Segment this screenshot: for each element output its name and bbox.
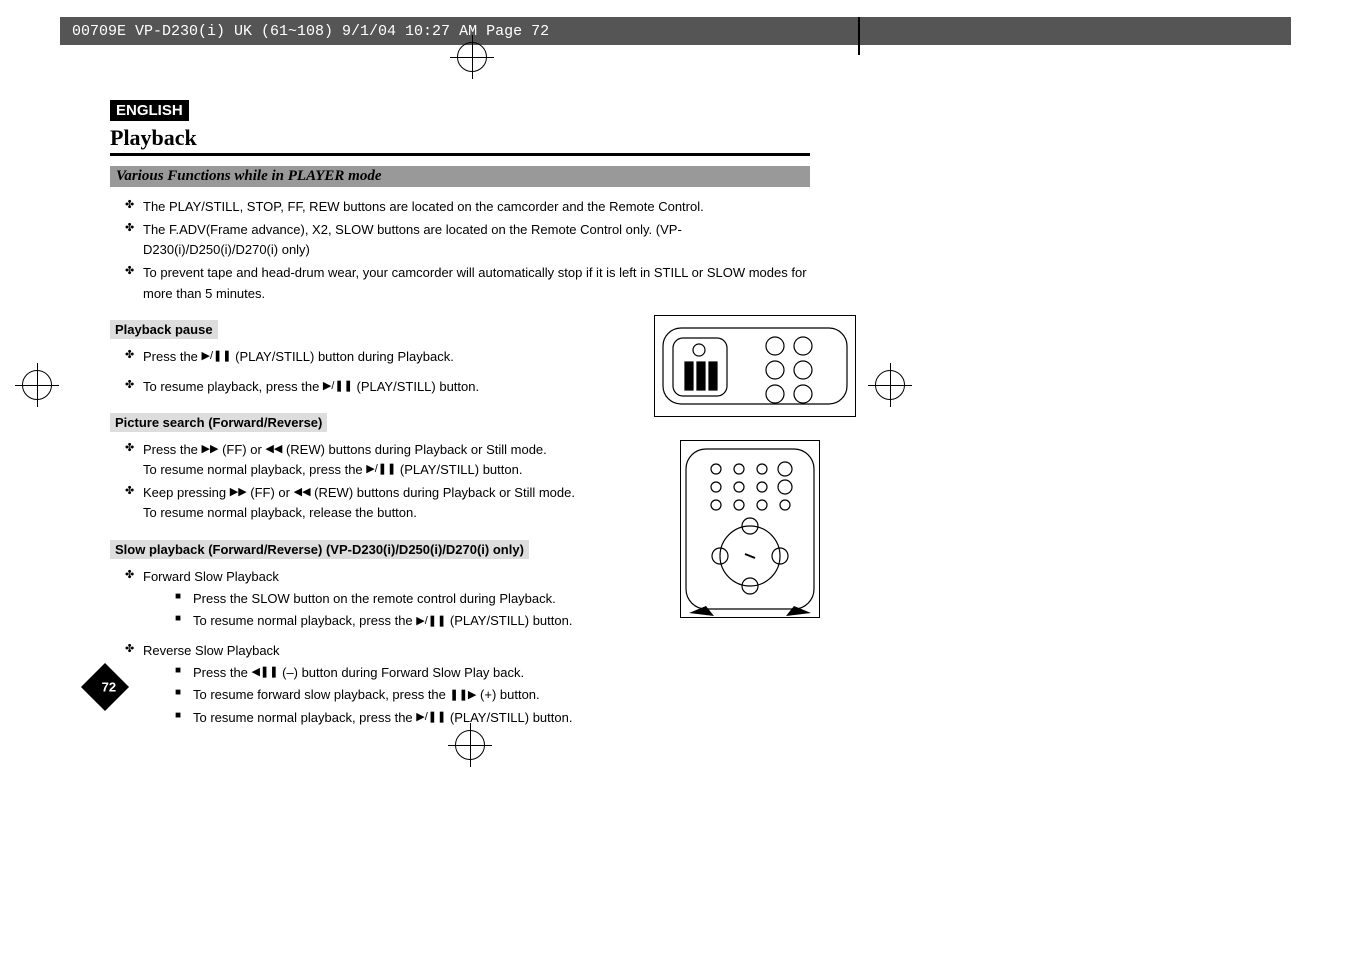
camcorder-figure: [654, 315, 856, 417]
sub-item: Press the SLOW button on the remote cont…: [175, 589, 645, 609]
crop-header-text: 00709E VP-D230(i) UK (61~108) 9/1/04 10:…: [72, 23, 549, 40]
list-item: To resume playback, press the ▶/❚❚ (PLAY…: [125, 377, 605, 397]
page-content: ENGLISH Playback Various Functions while…: [110, 100, 810, 743]
registration-mark-icon: [457, 42, 487, 72]
list-item: Press the ▶▶ (FF) or ◀◀ (REW) buttons du…: [125, 440, 615, 480]
divider: [110, 153, 810, 156]
play-pause-icon: ▶/❚❚: [416, 709, 446, 726]
list-item: To prevent tape and head-drum wear, your…: [125, 263, 810, 303]
play-pause-icon: ▶/❚❚: [202, 348, 232, 365]
list-item: The F.ADV(Frame advance), X2, SLOW butto…: [125, 220, 810, 260]
crop-mark: [858, 17, 860, 55]
registration-mark-icon: [22, 370, 52, 400]
pause-list: Press the ▶/❚❚ (PLAY/STILL) button durin…: [110, 347, 605, 397]
crop-header: 00709E VP-D230(i) UK (61~108) 9/1/04 10:…: [60, 17, 1291, 45]
slow-heading: Slow playback (Forward/Reverse) (VP-D230…: [110, 540, 529, 559]
page-number: 72: [92, 672, 126, 695]
camcorder-icon: [655, 316, 855, 416]
list-item: Forward Slow Playback Press the SLOW but…: [125, 567, 645, 631]
sub-item: To resume forward slow playback, press t…: [175, 685, 645, 705]
slow-list: Forward Slow Playback Press the SLOW but…: [110, 567, 645, 728]
section-heading: Various Functions while in PLAYER mode: [110, 166, 810, 187]
play-pause-icon: ▶/❚❚: [366, 461, 396, 478]
sub-item: Press the ◀❚❚ (–) button during Forward …: [175, 663, 645, 683]
list-item: The PLAY/STILL, STOP, FF, REW buttons ar…: [125, 197, 810, 217]
list-item: Keep pressing ▶▶ (FF) or ◀◀ (REW) button…: [125, 483, 615, 523]
registration-mark-icon: [875, 370, 905, 400]
fwd-sublist: Press the SLOW button on the remote cont…: [143, 589, 645, 631]
list-item: Reverse Slow Playback Press the ◀❚❚ (–) …: [125, 641, 645, 728]
language-badge: ENGLISH: [110, 100, 189, 121]
page-title: Playback: [110, 125, 810, 151]
list-item: Press the ▶/❚❚ (PLAY/STILL) button durin…: [125, 347, 605, 367]
remote-icon: [681, 441, 819, 617]
pause-heading: Playback pause: [110, 320, 218, 339]
ff-icon: ▶▶: [230, 484, 247, 501]
remote-figure: [680, 440, 820, 618]
search-list: Press the ▶▶ (FF) or ◀◀ (REW) buttons du…: [110, 440, 615, 524]
intro-list: The PLAY/STILL, STOP, FF, REW buttons ar…: [110, 197, 810, 304]
sub-item: To resume normal playback, press the ▶/❚…: [175, 708, 645, 728]
ff-icon: ▶▶: [202, 441, 219, 458]
rew-icon: ◀◀: [265, 441, 282, 458]
play-pause-icon: ▶/❚❚: [416, 613, 446, 630]
rew-icon: ◀◀: [294, 484, 311, 501]
play-pause-icon: ▶/❚❚: [323, 378, 353, 395]
sub-item: To resume normal playback, press the ▶/❚…: [175, 611, 645, 631]
search-heading: Picture search (Forward/Reverse): [110, 413, 327, 432]
slow-reverse-icon: ◀❚❚: [252, 664, 279, 681]
rev-sublist: Press the ◀❚❚ (–) button during Forward …: [143, 663, 645, 728]
slow-forward-icon: ❚❚▶: [450, 687, 477, 704]
